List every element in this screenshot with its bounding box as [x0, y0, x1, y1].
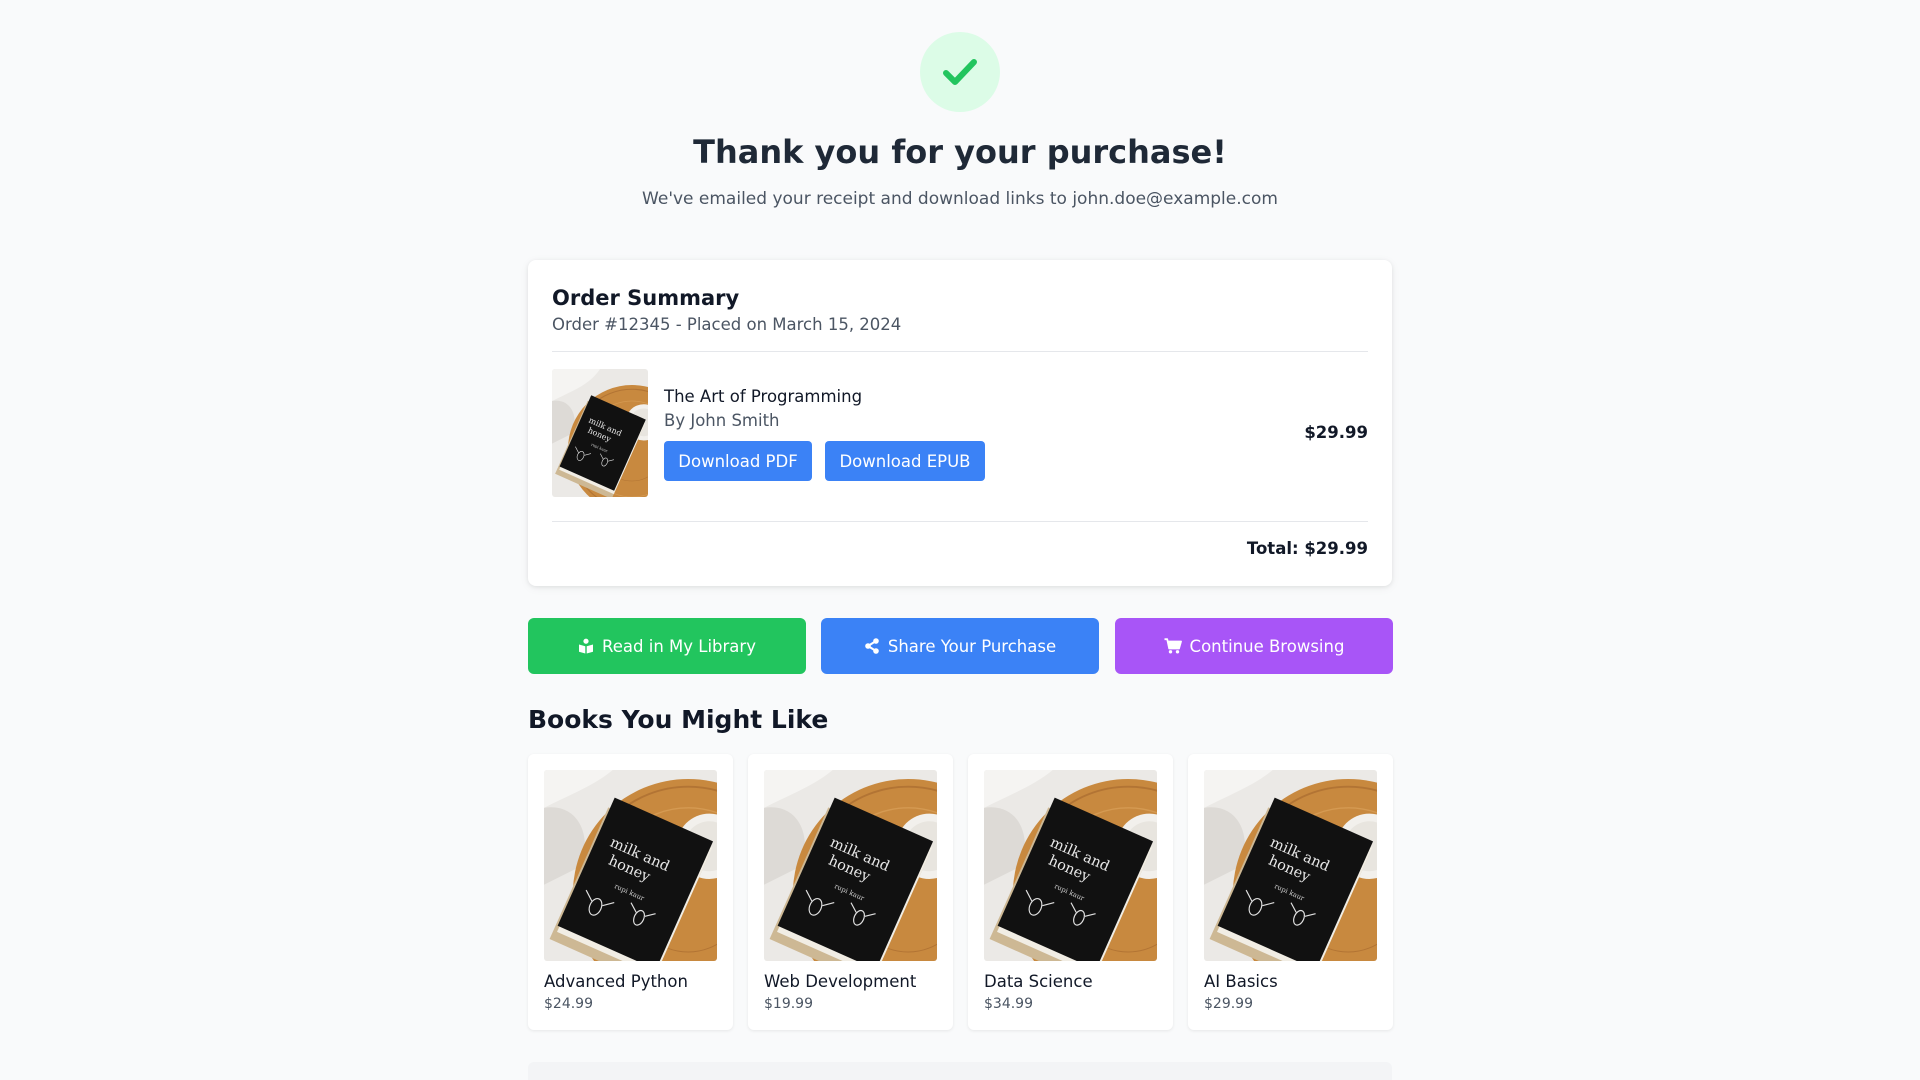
recommended-book-cover: milk and honey rupi kaur [984, 770, 1157, 961]
recommended-book-cover: milk and honey rupi kaur [544, 770, 717, 961]
check-icon [943, 59, 977, 85]
order-item-title: The Art of Programming [664, 387, 863, 406]
divider [552, 521, 1368, 522]
share-icon [865, 638, 879, 654]
recommended-book-card[interactable]: milk and honey rupi kaur Data Science $3… [968, 754, 1173, 1030]
download-epub-button[interactable]: Download EPUB [825, 441, 985, 481]
recommended-book-price: $24.99 [544, 996, 593, 1012]
page-subtitle: We've emailed your receipt and download … [642, 189, 1278, 209]
order-summary-heading: Order Summary [552, 286, 740, 310]
read-in-library-label: Read in My Library [602, 636, 756, 656]
book-photo: milk and honey rupi kaur [984, 770, 1157, 961]
order-summary-card: Order Summary Order #12345 - Placed on M… [528, 260, 1392, 586]
purchase-confirmation-page: Thank you for your purchase! We've email… [0, 0, 1920, 1080]
continue-browsing-button[interactable]: Continue Browsing [1115, 618, 1393, 674]
continue-browsing-label: Continue Browsing [1189, 636, 1345, 656]
order-item-cover: milk and honey rupi kaur [552, 369, 648, 497]
order-meta: Order #12345 - Placed on March 15, 2024 [552, 315, 902, 334]
order-item-price: $29.99 [1304, 423, 1368, 442]
recommendations-heading: Books You Might Like [528, 705, 829, 734]
recommended-book-card[interactable]: milk and honey rupi kaur AI Basics $29.9… [1188, 754, 1393, 1030]
order-item-author: By John Smith [664, 411, 780, 430]
recommended-book-title: Advanced Python [544, 972, 688, 991]
recommended-book-title: AI Basics [1204, 972, 1278, 991]
book-photo: milk and honey rupi kaur [552, 369, 648, 497]
book-photo: milk and honey rupi kaur [544, 770, 717, 961]
download-pdf-button[interactable]: Download PDF [664, 441, 812, 481]
recommended-book-price: $34.99 [984, 996, 1033, 1012]
recommended-book-cover: milk and honey rupi kaur [1204, 770, 1377, 961]
divider [552, 351, 1368, 352]
share-purchase-button[interactable]: Share Your Purchase [821, 618, 1099, 674]
recommended-book-card[interactable]: milk and honey rupi kaur Web Development… [748, 754, 953, 1030]
recommended-book-price: $29.99 [1204, 996, 1253, 1012]
footer-section [528, 1062, 1392, 1080]
share-purchase-label: Share Your Purchase [887, 636, 1057, 656]
recommended-book-price: $19.99 [764, 996, 813, 1012]
success-badge [920, 32, 1000, 112]
book-photo: milk and honey rupi kaur [1204, 770, 1377, 961]
read-in-library-button[interactable]: Read in My Library [528, 618, 806, 674]
book-reader-icon [579, 638, 594, 654]
recommended-book-card[interactable]: milk and honey rupi kaur Advanced Python… [528, 754, 733, 1030]
recommended-book-title: Data Science [984, 972, 1093, 991]
recommended-book-title: Web Development [764, 972, 917, 991]
cart-icon [1164, 638, 1182, 654]
order-total: Total: $29.99 [1246, 539, 1368, 558]
recommended-book-cover: milk and honey rupi kaur [764, 770, 937, 961]
page-title: Thank you for your purchase! [693, 133, 1227, 171]
book-photo: milk and honey rupi kaur [764, 770, 937, 961]
